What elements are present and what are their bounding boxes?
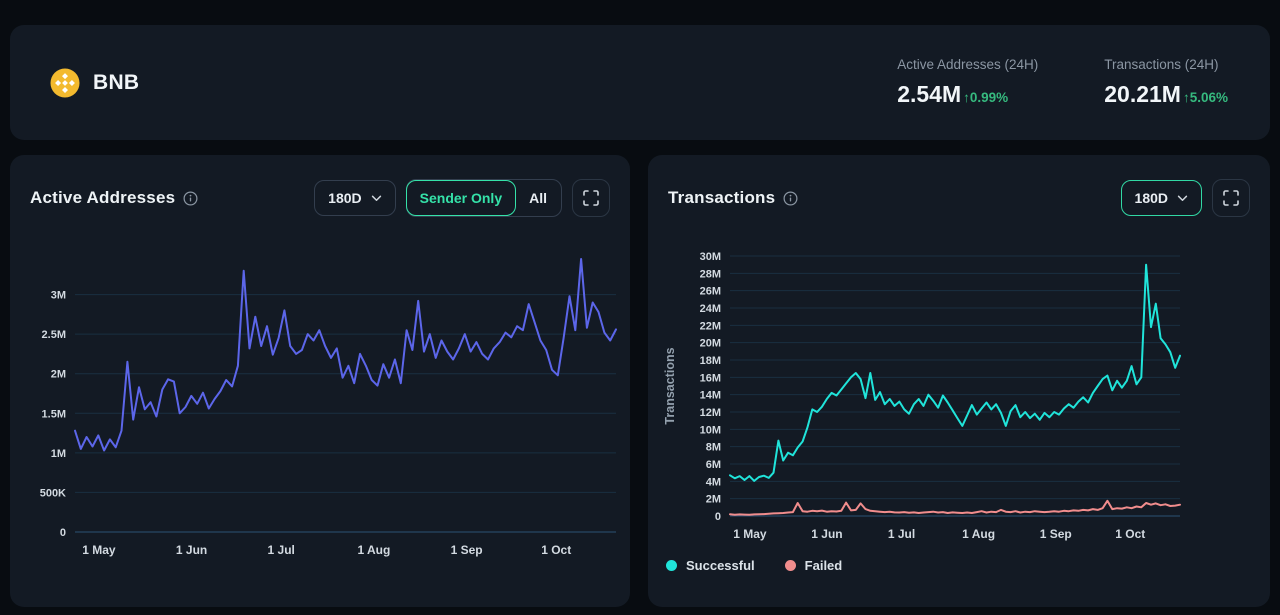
transactions-title: Transactions: [668, 188, 775, 208]
svg-text:1.5M: 1.5M: [42, 408, 66, 420]
expand-button[interactable]: [572, 179, 610, 217]
up-arrow-icon: ↑: [963, 90, 970, 105]
transactions-chart: 0 2M 4M 6M 8M 10M 12M 14M 16M 18M 20M 22M 24M 26M 28M 3…: [648, 212, 1270, 552]
bnb-coin-icon: [50, 68, 80, 98]
svg-text:1 Oct: 1 Oct: [1115, 527, 1145, 541]
fullscreen-icon: [583, 190, 599, 206]
active-addresses-card: Active Addresses 180D: [10, 155, 630, 607]
svg-text:1M: 1M: [51, 448, 66, 460]
svg-text:Transactions: Transactions: [663, 347, 677, 424]
range-dropdown[interactable]: 180D: [314, 180, 395, 216]
svg-text:500K: 500K: [40, 487, 66, 499]
svg-text:2M: 2M: [51, 369, 66, 381]
up-arrow-icon: ↑: [1183, 90, 1190, 105]
active-addresses-chart: 0 500K 1M 1.5M 2M 2.5M 3M 1 May 1 Jun 1 Jul 1 Aug 1…: [10, 212, 630, 592]
svg-text:1 Aug: 1 Aug: [962, 527, 995, 541]
svg-text:6M: 6M: [706, 459, 721, 471]
stat-active-addresses-24h: Active Addresses (24H) 2.54M ↑ 0.99%: [897, 57, 1038, 108]
stat-label: Active Addresses (24H): [897, 57, 1038, 72]
svg-text:16M: 16M: [700, 372, 721, 384]
coin-info: BNB: [50, 68, 139, 98]
svg-text:12M: 12M: [700, 407, 721, 419]
svg-text:1 Jun: 1 Jun: [811, 527, 842, 541]
svg-text:10M: 10M: [700, 424, 721, 436]
chart-legend: Successful Failed: [648, 558, 1270, 573]
successful-series-dot: [666, 560, 677, 571]
expand-button[interactable]: [1212, 179, 1250, 217]
stat-value: 20.21M: [1104, 81, 1181, 108]
svg-text:0: 0: [60, 527, 66, 539]
active-addresses-title: Active Addresses: [30, 188, 175, 208]
header-stats: Active Addresses (24H) 2.54M ↑ 0.99% Tra…: [897, 57, 1228, 108]
svg-text:1 Jul: 1 Jul: [268, 543, 295, 557]
stat-label: Transactions (24H): [1104, 57, 1228, 72]
legend-item-failed[interactable]: Failed: [785, 558, 843, 573]
svg-text:14M: 14M: [700, 390, 721, 402]
chevron-down-icon: [371, 195, 382, 202]
chevron-down-icon: [1177, 195, 1188, 202]
range-dropdown[interactable]: 180D: [1121, 180, 1202, 216]
svg-text:20M: 20M: [700, 338, 721, 350]
sender-toggle-group: Sender Only All: [406, 179, 562, 217]
charts-row: Active Addresses 180D: [10, 155, 1270, 607]
svg-text:1 May: 1 May: [82, 543, 116, 557]
svg-text:22M: 22M: [700, 320, 721, 332]
fullscreen-icon: [1223, 190, 1239, 206]
svg-text:3M: 3M: [51, 290, 66, 302]
toggle-sender-only[interactable]: Sender Only: [406, 180, 516, 216]
svg-text:1 Jul: 1 Jul: [888, 527, 915, 541]
svg-text:2.5M: 2.5M: [42, 329, 66, 341]
svg-text:1 Jun: 1 Jun: [176, 543, 207, 557]
coin-title: BNB: [93, 71, 139, 95]
range-dropdown-value: 180D: [1135, 190, 1168, 206]
svg-text:2M: 2M: [706, 494, 721, 506]
svg-text:1 Oct: 1 Oct: [541, 543, 571, 557]
stat-transactions-24h: Transactions (24H) 20.21M ↑ 5.06%: [1104, 57, 1228, 108]
stat-value: 2.54M: [897, 81, 961, 108]
transactions-card: Transactions 180D: [648, 155, 1270, 607]
failed-series-dot: [785, 560, 796, 571]
info-icon[interactable]: [183, 191, 198, 206]
svg-text:18M: 18M: [700, 355, 721, 367]
legend-label-failed: Failed: [805, 558, 843, 573]
svg-text:8M: 8M: [706, 442, 721, 454]
svg-text:1 Aug: 1 Aug: [357, 543, 390, 557]
svg-text:1 Sep: 1 Sep: [1040, 527, 1072, 541]
stat-change: 5.06%: [1190, 90, 1228, 105]
info-icon[interactable]: [783, 191, 798, 206]
toggle-all[interactable]: All: [515, 180, 561, 216]
svg-text:0: 0: [715, 511, 721, 523]
range-dropdown-value: 180D: [328, 190, 361, 206]
legend-item-successful[interactable]: Successful: [666, 558, 755, 573]
svg-text:1 Sep: 1 Sep: [451, 543, 483, 557]
svg-text:26M: 26M: [700, 286, 721, 298]
stat-change: 0.99%: [970, 90, 1008, 105]
svg-text:28M: 28M: [700, 268, 721, 280]
svg-text:30M: 30M: [700, 251, 721, 263]
coin-header-card: BNB Active Addresses (24H) 2.54M ↑ 0.99%…: [10, 25, 1270, 140]
svg-text:4M: 4M: [706, 476, 721, 488]
legend-label-successful: Successful: [686, 558, 755, 573]
svg-text:1 May: 1 May: [733, 527, 767, 541]
svg-text:24M: 24M: [700, 303, 721, 315]
page: BNB Active Addresses (24H) 2.54M ↑ 0.99%…: [0, 0, 1280, 615]
